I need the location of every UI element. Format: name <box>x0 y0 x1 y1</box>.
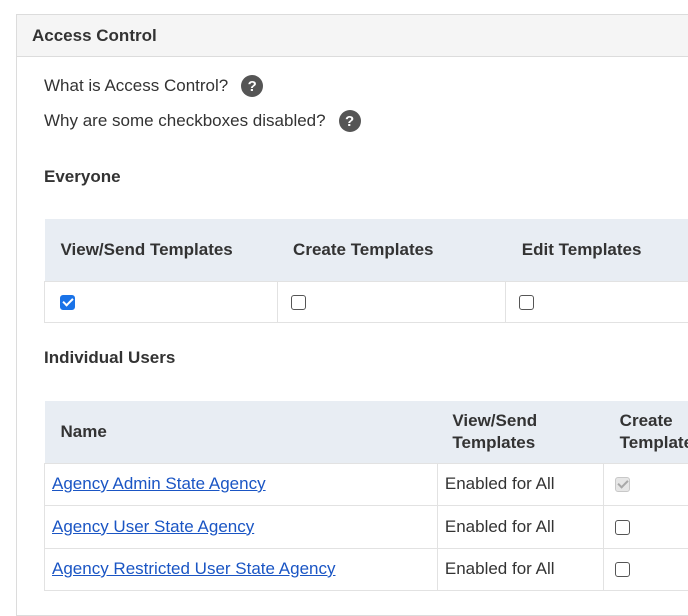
everyone-cell-edit <box>506 281 688 322</box>
table-row: Agency Restricted User State Agency Enab… <box>45 548 688 590</box>
user-name-cell: Agency User State Agency <box>45 505 438 548</box>
users-col-create: Create Templates <box>604 401 688 463</box>
everyone-edit-checkbox[interactable] <box>519 295 534 310</box>
view-send-status: Enabled for All <box>437 548 603 590</box>
user-link[interactable]: Agency Restricted User State Agency <box>52 559 335 578</box>
create-cell <box>604 463 688 505</box>
question-icon[interactable]: ? <box>339 110 361 132</box>
everyone-col-view-send: View/Send Templates <box>45 219 278 281</box>
everyone-section-title: Everyone <box>44 167 121 187</box>
everyone-create-checkbox[interactable] <box>291 295 306 310</box>
create-cell <box>604 505 688 548</box>
everyone-cell-view-send <box>45 281 278 322</box>
users-col-name: Name <box>45 401 438 463</box>
help-access-control-text: What is Access Control? <box>44 76 228 96</box>
create-cell <box>604 548 688 590</box>
table-row: Agency Admin State Agency Enabled for Al… <box>45 463 688 505</box>
everyone-table: View/Send Templates Create Templates Edi… <box>44 219 688 323</box>
view-send-status: Enabled for All <box>437 505 603 548</box>
access-control-panel: Access Control What is Access Control? ?… <box>16 14 688 616</box>
individual-section-title: Individual Users <box>44 348 175 368</box>
user-link[interactable]: Agency User State Agency <box>52 517 254 536</box>
table-row: Agency User State Agency Enabled for All <box>45 505 688 548</box>
help-disabled-checkboxes: Why are some checkboxes disabled? ? <box>44 110 361 132</box>
create-checkbox[interactable] <box>615 562 630 577</box>
create-checkbox <box>615 477 630 492</box>
panel-title: Access Control <box>17 15 688 57</box>
question-icon[interactable]: ? <box>241 75 263 97</box>
user-name-cell: Agency Restricted User State Agency <box>45 548 438 590</box>
everyone-col-edit: Edit Templates <box>506 219 688 281</box>
user-link[interactable]: Agency Admin State Agency <box>52 474 266 493</box>
individual-users-table: Name View/Send Templates Create Template… <box>44 401 688 591</box>
user-name-cell: Agency Admin State Agency <box>45 463 438 505</box>
everyone-col-create: Create Templates <box>277 219 506 281</box>
help-disabled-checkboxes-text: Why are some checkboxes disabled? <box>44 111 326 131</box>
view-send-status: Enabled for All <box>437 463 603 505</box>
everyone-cell-create <box>277 281 506 322</box>
create-checkbox[interactable] <box>615 520 630 535</box>
everyone-view-send-checkbox[interactable] <box>60 295 75 310</box>
help-access-control: What is Access Control? ? <box>44 75 263 97</box>
users-col-view-send: View/Send Templates <box>437 401 603 463</box>
